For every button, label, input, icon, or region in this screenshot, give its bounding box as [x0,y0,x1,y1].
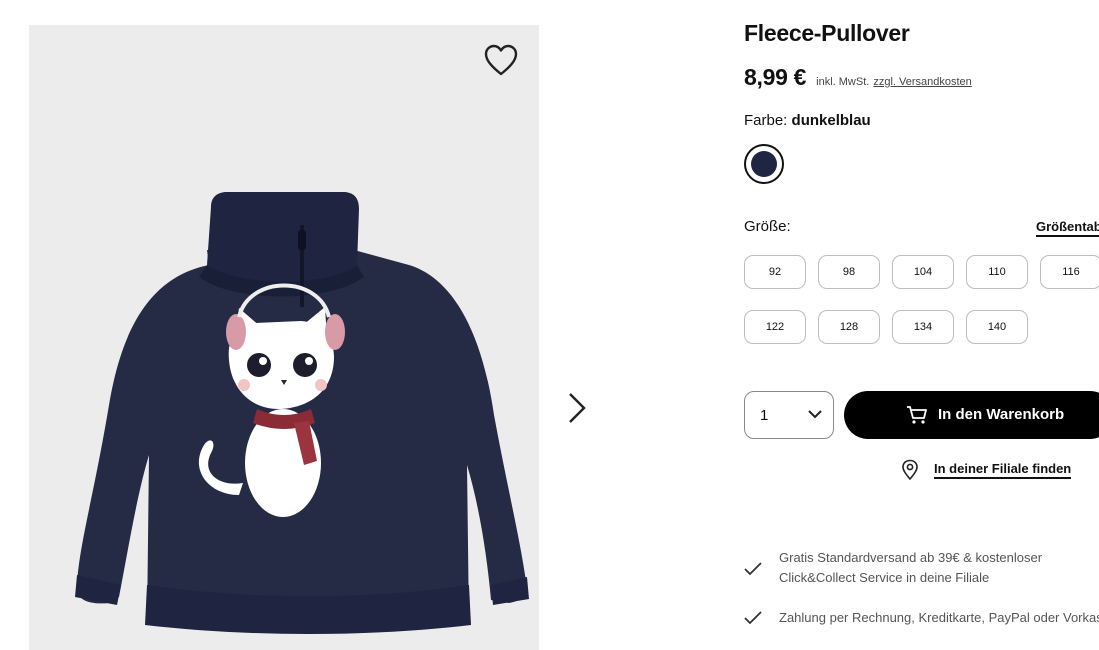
swatch-fill [751,151,777,177]
color-label: Farbe: [744,112,788,129]
size-option-116[interactable]: 116 [1040,255,1099,289]
size-label: Größe: [744,218,791,235]
chevron-down-icon [808,410,822,419]
size-option-128[interactable]: 128 [818,310,880,344]
size-option-92[interactable]: 92 [744,255,806,289]
shopping-cart-icon [907,406,927,424]
check-icon [744,611,762,625]
color-row: Farbe: dunkelblau [744,112,871,129]
size-option-110[interactable]: 110 [966,255,1028,289]
vat-note: inkl. MwSt. [816,76,870,88]
size-option-134[interactable]: 134 [892,310,954,344]
check-icon [744,562,762,576]
heart-icon[interactable] [483,43,519,77]
price-row: 8,99 € inkl. MwSt. zzgl. Versandkosten [744,64,972,91]
usp-line: Gratis Standardversand ab 39€ & kostenlo… [779,550,1043,565]
product-image [75,192,529,634]
chevron-right-icon[interactable] [560,388,592,428]
product-price: 8,99 € [744,64,807,90]
size-table-link[interactable]: Größentab [1036,219,1099,237]
color-swatch-dunkelblau[interactable] [744,144,784,184]
add-to-cart-label: In den Warenkorb [938,406,1065,423]
product-gallery [29,25,539,650]
size-option-98[interactable]: 98 [818,255,880,289]
add-to-cart-button[interactable]: In den Warenkorb [844,391,1099,439]
shipping-costs-link[interactable]: zzgl. Versandkosten [873,76,971,88]
usp-text: Gratis Standardversand ab 39€ & kostenlo… [779,548,1042,588]
quantity-value: 1 [760,406,769,424]
quantity-select[interactable]: 1 [744,391,834,439]
location-pin-icon [902,459,918,481]
size-option-104[interactable]: 104 [892,255,954,289]
usp-line: Click&Collect Service in deine Filiale [779,570,990,585]
color-value: dunkelblau [791,112,871,129]
size-option-122[interactable]: 122 [744,310,806,344]
find-in-store-label: In deiner Filiale finden [934,461,1072,479]
usp-text: Zahlung per Rechnung, Kreditkarte, PayPa… [779,610,1099,625]
product-title: Fleece-Pullover [744,20,910,46]
size-option-140[interactable]: 140 [966,310,1028,344]
